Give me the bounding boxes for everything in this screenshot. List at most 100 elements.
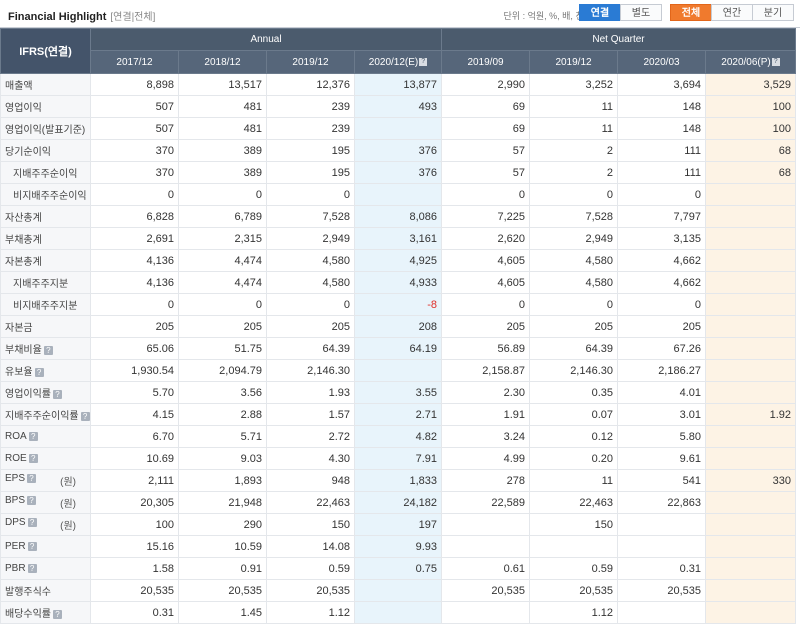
- help-icon[interactable]: ?: [53, 389, 62, 399]
- value-cell: 148: [617, 95, 707, 118]
- separate-button[interactable]: 별도: [620, 4, 662, 21]
- value-cell: [617, 601, 707, 624]
- value-cell: 0.91: [178, 557, 267, 580]
- value-cell: [705, 447, 797, 470]
- period-label: 2020/03: [643, 56, 680, 68]
- period-label: 2017/12: [116, 56, 153, 68]
- table-row: 자산총계 6,828 6,789 7,528 8,086 7,225 7,528 7,797: [0, 205, 797, 228]
- value-cell: 3.56: [178, 381, 267, 404]
- help-icon[interactable]: ?: [27, 563, 37, 573]
- value-cell: 4,605: [441, 271, 531, 294]
- value-cell: 2.30: [441, 381, 531, 404]
- value-cell: [441, 535, 531, 558]
- help-icon[interactable]: ?: [27, 541, 37, 551]
- value-cell: [705, 293, 797, 316]
- table-row: ROA? 6.70 5.71 2.72 4.82 3.24 0.12 5.80: [0, 425, 797, 448]
- value-cell: 2,186.27: [617, 359, 707, 382]
- help-icon[interactable]: ?: [34, 367, 44, 377]
- value-cell: [705, 359, 797, 382]
- row-label: ROA?: [0, 425, 91, 448]
- row-label-text: 자산총계: [5, 213, 42, 224]
- period-header: 2020/12(E)?: [353, 50, 443, 74]
- value-cell: 0.31: [617, 557, 707, 580]
- value-cell: 10.69: [90, 447, 179, 470]
- value-cell: 7,797: [617, 205, 707, 228]
- value-cell: [705, 205, 797, 228]
- row-label: EPS? (원): [0, 469, 91, 492]
- info-icon[interactable]: ?: [771, 57, 780, 66]
- value-cell: 4,474: [178, 249, 267, 272]
- annual-button[interactable]: 연간: [711, 4, 753, 21]
- value-cell: 22,863: [617, 491, 707, 514]
- period-label: 2019/12: [555, 56, 592, 68]
- value-cell: 4,580: [266, 249, 355, 272]
- table-row: 영업이익률? 5.70 3.56 1.93 3.55 2.30 0.35 4.01: [0, 381, 797, 404]
- value-cell: 8,898: [90, 73, 179, 96]
- quarterly-button[interactable]: 분기: [752, 4, 794, 21]
- value-cell: [353, 359, 443, 382]
- row-label-text: ROE: [5, 453, 27, 464]
- value-cell: 0: [178, 183, 267, 206]
- value-cell: 51.75: [178, 337, 267, 360]
- value-cell: 6.70: [90, 425, 179, 448]
- row-label-text: ROA: [5, 431, 27, 442]
- value-cell: [705, 227, 797, 250]
- value-cell: 1.93: [266, 381, 355, 404]
- value-cell: 4.15: [90, 403, 179, 426]
- row-label: 배당수익률?: [0, 601, 91, 624]
- value-cell: [705, 601, 797, 624]
- value-cell: 0: [266, 293, 355, 316]
- help-icon[interactable]: ?: [43, 345, 53, 355]
- help-icon[interactable]: ?: [27, 517, 37, 527]
- table-row: 발행주식수 20,535 20,535 20,535 20,535 20,535 20,53…: [0, 579, 797, 602]
- value-cell: 3.01: [617, 403, 707, 426]
- value-cell: [705, 271, 797, 294]
- info-icon[interactable]: ?: [419, 57, 428, 66]
- value-cell: 0.07: [529, 403, 619, 426]
- value-cell: 197: [353, 513, 443, 536]
- row-label: ROE?: [0, 447, 91, 470]
- help-icon[interactable]: ?: [28, 431, 38, 441]
- value-cell: 205: [529, 315, 619, 338]
- help-icon[interactable]: ?: [27, 495, 37, 505]
- value-cell: 4,662: [617, 271, 707, 294]
- value-cell: 2,315: [178, 227, 267, 250]
- table-row: 유보율? 1,930.54 2,094.79 2,146.30 2,158.87 2,14…: [0, 359, 797, 382]
- row-label: 자본총계: [0, 249, 91, 272]
- value-cell: 13,517: [178, 73, 267, 96]
- consolidated-button[interactable]: 연결: [579, 4, 621, 21]
- value-cell: 0: [441, 183, 531, 206]
- value-cell: 150: [266, 513, 355, 536]
- value-cell: 3,694: [617, 73, 707, 96]
- value-cell: 2.71: [353, 403, 443, 426]
- value-cell: [705, 557, 797, 580]
- period-header: 2020/06(P)?: [705, 50, 797, 74]
- help-icon[interactable]: ?: [27, 473, 37, 483]
- table-row: 배당수익률? 0.31 1.45 1.12 1.12: [0, 601, 797, 624]
- help-icon[interactable]: ?: [53, 609, 62, 619]
- value-cell: 4,580: [529, 249, 619, 272]
- quarter-header: Net Quarter: [441, 28, 797, 51]
- value-cell: 1.12: [266, 601, 355, 624]
- row-label-text: 지배주주순이익률: [5, 411, 79, 422]
- value-cell: 20,535: [441, 579, 531, 602]
- row-unit: (원): [60, 499, 76, 510]
- help-icon[interactable]: ?: [28, 453, 38, 463]
- value-cell: [353, 601, 443, 624]
- period-label: 2018/12: [204, 56, 241, 68]
- all-period-button[interactable]: 전체: [670, 4, 712, 21]
- value-cell: 64.19: [353, 337, 443, 360]
- value-cell: 11: [529, 95, 619, 118]
- period-header: 2019/12: [266, 50, 355, 74]
- value-cell: 0.35: [529, 381, 619, 404]
- row-label-text: PBR: [5, 563, 26, 574]
- value-cell: 22,463: [266, 491, 355, 514]
- value-cell: 4.30: [266, 447, 355, 470]
- value-cell: 2,111: [90, 469, 179, 492]
- value-cell: 0: [266, 183, 355, 206]
- row-label: 영업이익률?: [0, 381, 91, 404]
- value-cell: 481: [178, 95, 267, 118]
- value-cell: 0: [529, 183, 619, 206]
- help-icon[interactable]: ?: [80, 411, 90, 421]
- row-label: 매출액: [0, 73, 91, 96]
